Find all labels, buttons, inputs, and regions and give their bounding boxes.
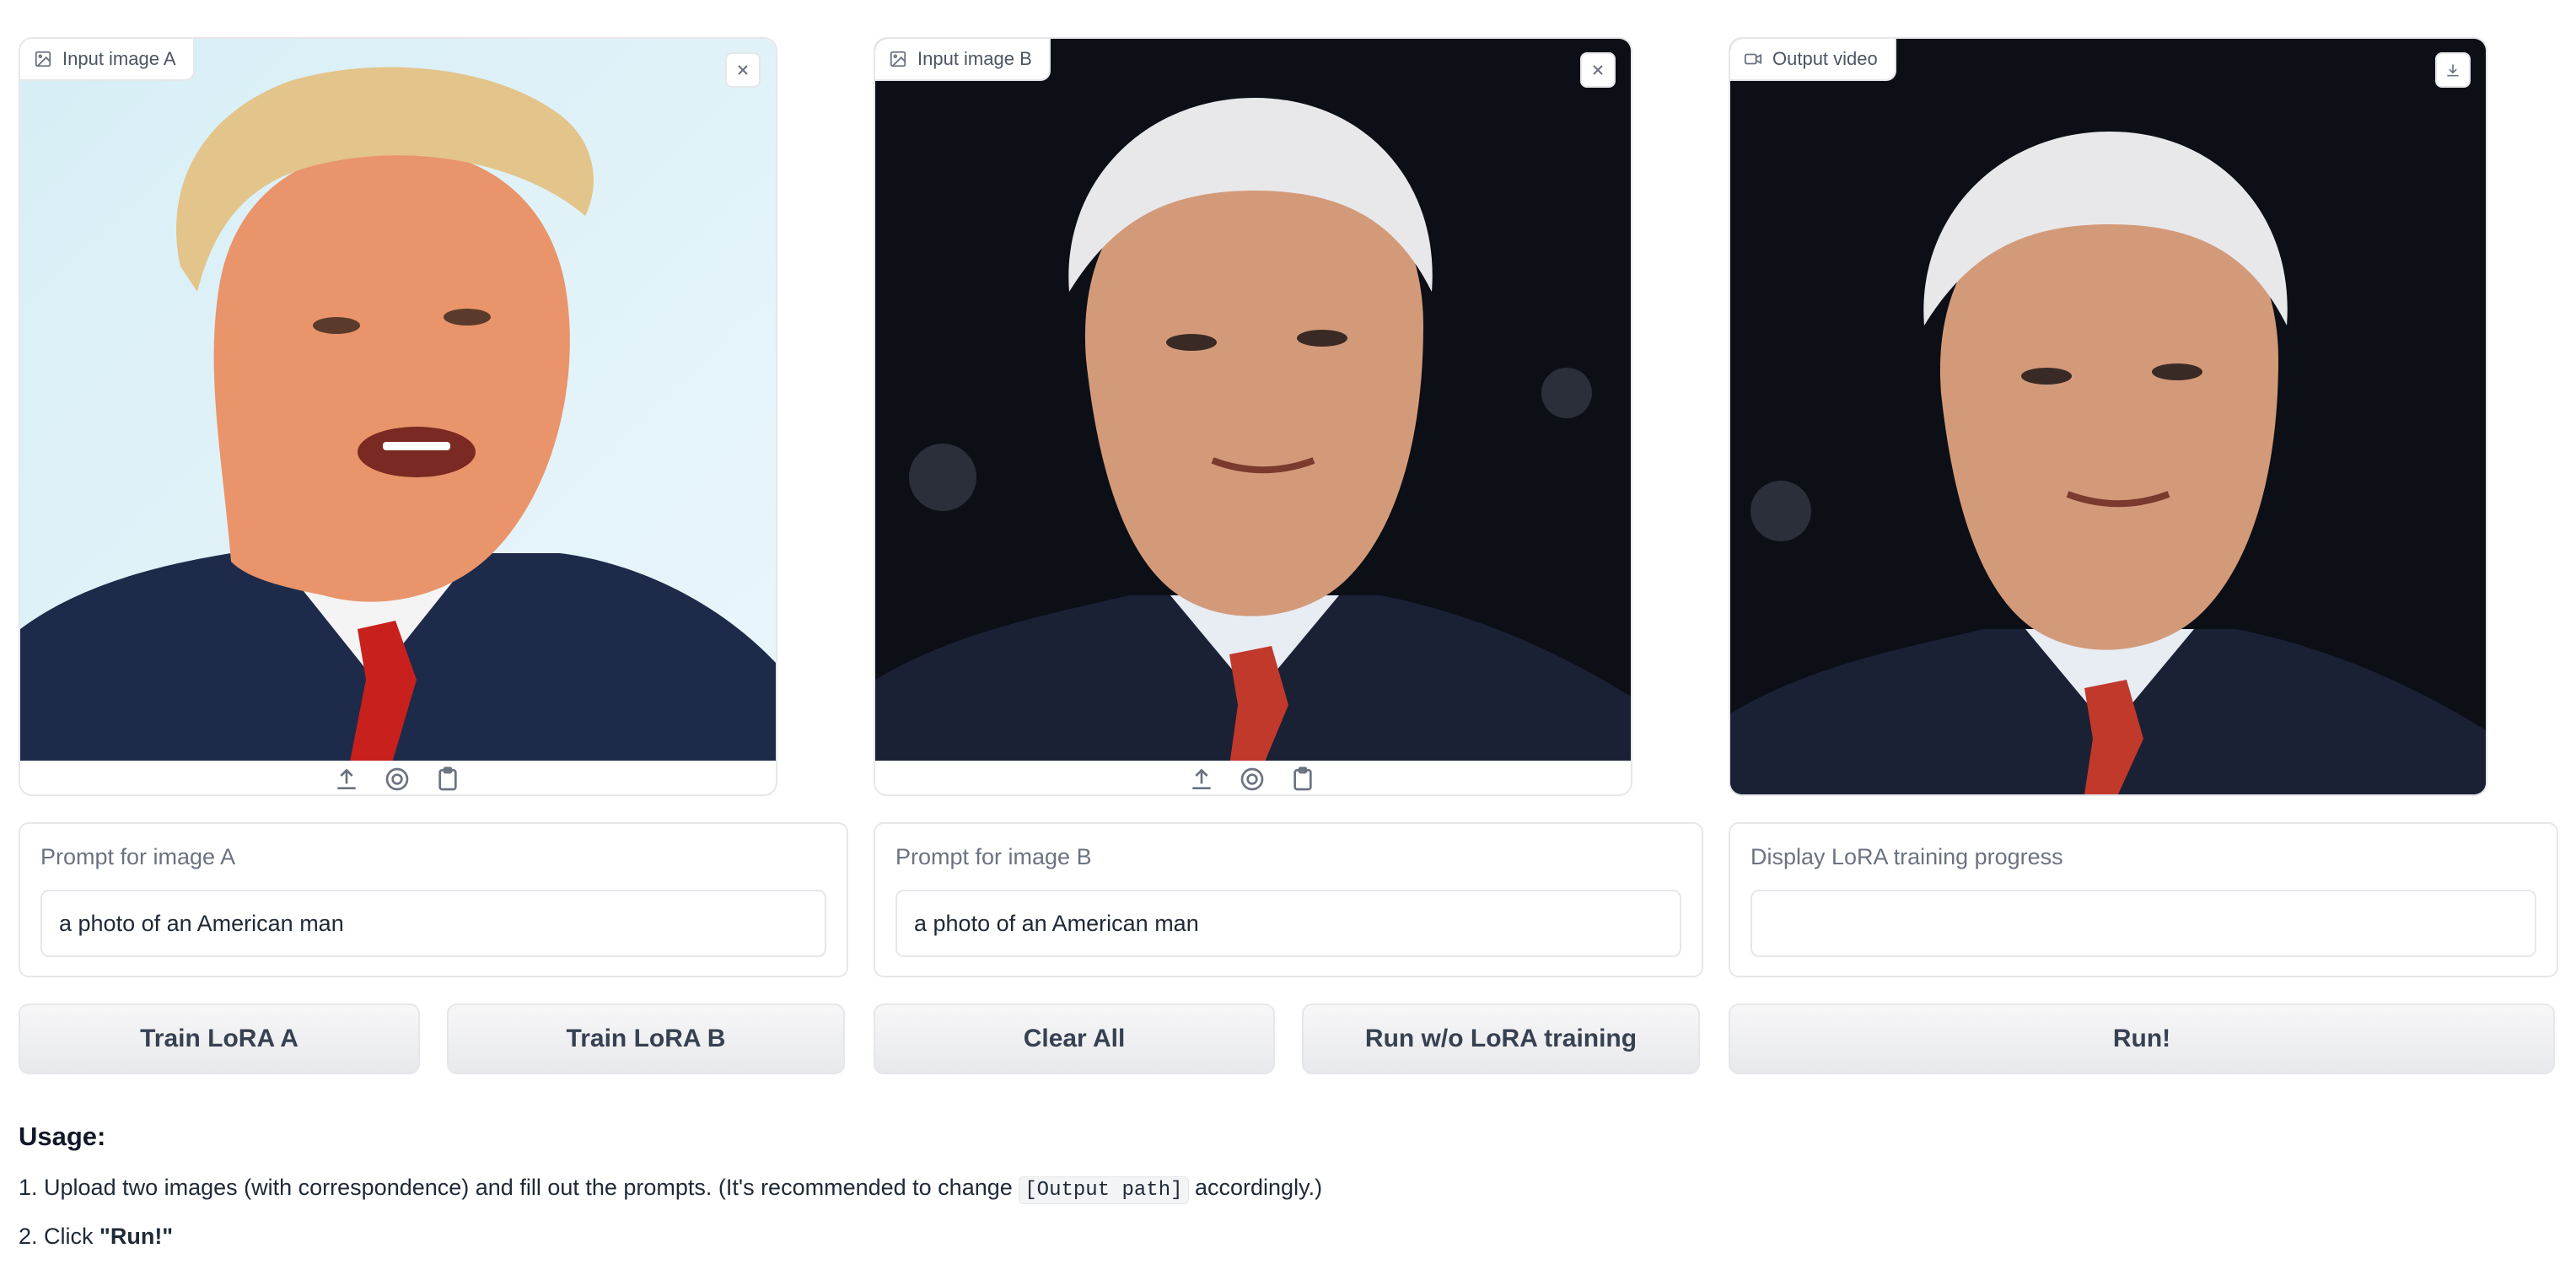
image-b-source-toolbar <box>875 761 1631 794</box>
output-video-frame[interactable] <box>1730 39 2486 794</box>
paste-clipboard-button[interactable] <box>434 766 463 794</box>
upload-button[interactable] <box>333 766 362 794</box>
paste-clipboard-button[interactable] <box>1289 766 1318 794</box>
usage-step-1-text: 1. Upload two images (with correspondenc… <box>19 1175 1019 1200</box>
prompt-a-label: Prompt for image A <box>40 844 236 869</box>
webcam-button[interactable] <box>1239 766 1267 794</box>
clear-all-button[interactable]: Clear All <box>874 1004 1275 1074</box>
prompt-b-block: Prompt for image B <box>874 822 1703 977</box>
train-lora-b-button[interactable]: Train LoRA B <box>447 1004 845 1074</box>
webcam-button[interactable] <box>384 766 412 794</box>
input-image-a-panel[interactable]: Input image A <box>19 37 777 796</box>
image-a-source-toolbar <box>20 761 776 794</box>
output-path-code: [Output path] <box>1019 1176 1189 1204</box>
run-button[interactable]: Run! <box>1729 1004 2555 1074</box>
output-video-panel[interactable]: Output video <box>1729 37 2487 796</box>
webcam-icon <box>385 767 409 791</box>
video-icon <box>1744 53 1762 65</box>
prompt-a-input[interactable] <box>40 890 826 957</box>
close-icon <box>1593 65 1603 75</box>
portrait-photo-a <box>20 39 776 766</box>
lora-progress-block: Display LoRA training progress <box>1729 822 2558 977</box>
clipboard-icon <box>1293 767 1312 791</box>
usage-step-2: 2. Click "Run!" <box>19 1219 1705 1253</box>
image-icon <box>890 51 906 67</box>
usage-step-1: 1. Upload two images (with correspondenc… <box>19 1170 1705 1208</box>
input-image-b-panel[interactable]: Input image B <box>874 37 1632 796</box>
usage-title: Usage: <box>19 1122 106 1151</box>
lora-progress-output[interactable] <box>1750 890 2536 957</box>
image-icon <box>35 51 51 67</box>
input-image-b-label: Input image B <box>875 39 1051 81</box>
lora-progress-label: Display LoRA training progress <box>1750 844 2063 869</box>
train-lora-a-button[interactable]: Train LoRA A <box>19 1004 420 1074</box>
output-video-label: Output video <box>1730 39 1896 81</box>
prompt-b-input[interactable] <box>895 890 1681 957</box>
clear-image-b-button[interactable] <box>1580 52 1616 88</box>
usage-section: Usage: 1. Upload two images (with corres… <box>19 1122 1705 1265</box>
usage-step-2-text: 2. Click <box>19 1224 100 1249</box>
download-icon <box>2447 64 2459 77</box>
close-icon <box>738 65 748 75</box>
clipboard-icon <box>438 767 457 791</box>
usage-step-1-suffix: accordingly.) <box>1188 1175 1323 1200</box>
portrait-photo-b <box>875 39 1631 766</box>
usage-step-2-emphasis: "Run!" <box>99 1224 174 1249</box>
download-video-button[interactable] <box>2435 52 2471 88</box>
run-without-lora-button[interactable]: Run w/o LoRA training <box>1302 1004 1700 1074</box>
upload-icon <box>337 768 356 789</box>
input-image-a-label: Input image A <box>20 39 195 81</box>
webcam-icon <box>1240 767 1264 791</box>
upload-button[interactable] <box>1188 766 1217 794</box>
prompt-b-label: Prompt for image B <box>895 844 1092 869</box>
upload-icon <box>1192 768 1211 789</box>
prompt-a-block: Prompt for image A <box>19 822 848 977</box>
clear-image-a-button[interactable] <box>725 52 761 88</box>
